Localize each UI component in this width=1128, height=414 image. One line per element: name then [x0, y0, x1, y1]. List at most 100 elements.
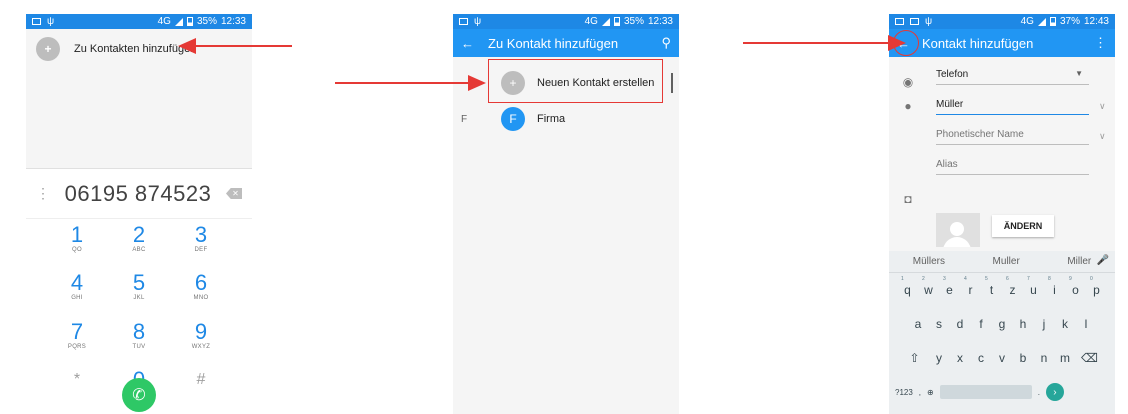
- key-b[interactable]: b: [1013, 351, 1034, 365]
- clock: 12:43: [1083, 16, 1109, 27]
- clock: 12:33: [647, 16, 673, 27]
- key-z[interactable]: 6z: [1002, 276, 1023, 297]
- key-row-1: 1q 2w 3e 4r 5t 6z 7u 8i 9o 0p: [889, 273, 1115, 307]
- globe-icon[interactable]: ⊕: [927, 388, 934, 397]
- overflow-menu-icon[interactable]: ⋮: [1094, 35, 1107, 51]
- new-contact-screen: ψ 4G 37% 12:43 ← Kontakt hinzufügen ⋮ ◉ Te…: [889, 14, 1115, 414]
- battery-icon: [613, 17, 620, 26]
- key-c[interactable]: c: [971, 351, 992, 365]
- page-title: Kontakt hinzufügen: [922, 35, 1034, 51]
- key-x[interactable]: x: [950, 351, 971, 365]
- key-j[interactable]: j: [1034, 317, 1055, 331]
- battery-percent: 35%: [196, 16, 217, 27]
- dial-key-5[interactable]: 5 JKL: [108, 271, 170, 309]
- suggestion-3[interactable]: Miller: [1067, 256, 1091, 267]
- call-button[interactable]: ✆: [122, 378, 156, 412]
- battery-icon: [186, 17, 193, 26]
- screenshot-canvas: ψ 4G 35% 12:33 + Zu Kontakten hinzufügen ⋮…: [0, 0, 1128, 414]
- phone-icon: ✆: [132, 387, 146, 404]
- key-o[interactable]: 9o: [1065, 276, 1086, 297]
- contact-form: ◉ Telefon ▼ ● Müller ∨ Phonetischer Name …: [889, 57, 1115, 251]
- key-g[interactable]: g: [992, 317, 1013, 331]
- expand-chevron-icon[interactable]: ∨: [1099, 131, 1106, 142]
- screenshot-icon: [459, 18, 468, 25]
- key-p[interactable]: 0p: [1086, 276, 1107, 297]
- network-label: 4G: [584, 16, 598, 27]
- key-k[interactable]: k: [1055, 317, 1076, 331]
- dial-key-8[interactable]: 8 TUV: [108, 319, 170, 358]
- period-key[interactable]: .: [1038, 388, 1040, 397]
- dial-key-6[interactable]: 6 MNO: [170, 271, 232, 309]
- suggestion-2[interactable]: Muller: [993, 256, 1020, 267]
- add-to-contacts-item[interactable]: + Zu Kontakten hinzufügen: [26, 29, 252, 69]
- usb-icon: ψ: [474, 16, 482, 27]
- key-a[interactable]: a: [908, 317, 929, 331]
- key-v[interactable]: v: [992, 351, 1013, 365]
- battery-percent: 35%: [623, 16, 644, 27]
- shift-icon[interactable]: ⇧: [901, 351, 929, 365]
- key-w[interactable]: 2w: [918, 276, 939, 297]
- space-key[interactable]: [939, 385, 1032, 399]
- key-e[interactable]: 3e: [939, 276, 960, 297]
- key-d[interactable]: d: [950, 317, 971, 331]
- expand-chevron-icon[interactable]: ∨: [1099, 101, 1106, 112]
- status-bar: ψ 4G 35% 12:33: [26, 14, 252, 29]
- contact-list: + Neuen Kontakt erstellen F F Firma: [453, 65, 679, 414]
- dial-key-3[interactable]: 3 DEF: [170, 223, 232, 261]
- scrollbar[interactable]: [671, 73, 673, 93]
- next-arrow-icon[interactable]: ›: [1045, 383, 1064, 401]
- dial-key-star[interactable]: *: [46, 368, 108, 406]
- dial-key-7[interactable]: 7 PQRS: [46, 319, 108, 358]
- key-h[interactable]: h: [1013, 317, 1034, 331]
- battery-icon: [1049, 17, 1056, 26]
- key-r[interactable]: 4r: [960, 276, 981, 297]
- key-l[interactable]: l: [1076, 317, 1097, 331]
- key-n[interactable]: n: [1034, 351, 1055, 365]
- account-row: ◉ Telefon ▼: [889, 69, 1115, 95]
- network-label: 4G: [157, 16, 171, 27]
- backspace-icon[interactable]: ⌫: [1076, 351, 1104, 365]
- alias-input[interactable]: Alias: [936, 159, 1089, 175]
- add-to-contacts-label: Zu Kontakten hinzufügen: [74, 43, 197, 55]
- account-icon: ◉: [902, 75, 914, 89]
- contact-item-firma[interactable]: F F Firma: [453, 101, 679, 137]
- signal-icon: [601, 17, 610, 26]
- backspace-icon[interactable]: ✕: [225, 188, 242, 199]
- symbols-key[interactable]: ?123: [895, 388, 913, 397]
- key-t[interactable]: 5t: [981, 276, 1002, 297]
- dial-key-1[interactable]: 1 QO: [46, 223, 108, 261]
- phonetic-name-input[interactable]: Phonetischer Name: [936, 129, 1089, 145]
- app-bar: ← Zu Kontakt hinzufügen ⚲: [453, 29, 679, 57]
- mic-icon[interactable]: 🎤: [1097, 255, 1109, 266]
- search-icon[interactable]: ⚲: [661, 35, 671, 51]
- camera-icon: ◘: [904, 192, 912, 206]
- key-u[interactable]: 7u: [1023, 276, 1044, 297]
- screenshot-icon: [32, 18, 41, 25]
- name-input[interactable]: Müller: [936, 99, 1089, 115]
- dial-key-hash[interactable]: #: [170, 368, 232, 406]
- back-arrow-icon[interactable]: ←: [461, 36, 474, 51]
- key-f[interactable]: f: [971, 317, 992, 331]
- overflow-menu-icon[interactable]: ⋮: [36, 185, 50, 202]
- comma-key[interactable]: ,: [919, 388, 921, 397]
- key-m[interactable]: m: [1055, 351, 1076, 365]
- number-display: ⋮ 06195 874523 ✕: [26, 169, 252, 219]
- change-photo-button[interactable]: ÄNDERN: [992, 215, 1054, 237]
- dial-key-2[interactable]: 2 ABC: [108, 223, 170, 261]
- usb-icon: ψ: [925, 16, 933, 27]
- battery-percent: 37%: [1059, 16, 1080, 27]
- dial-key-4[interactable]: 4 GHI: [46, 271, 108, 309]
- highlight-circle: [893, 30, 919, 56]
- key-y[interactable]: y: [929, 351, 950, 365]
- key-s[interactable]: s: [929, 317, 950, 331]
- signal-icon: [174, 17, 183, 26]
- keyboard: Müllers Muller Miller 🎤 1q 2w 3e 4r 5t 6…: [889, 251, 1115, 414]
- key-q[interactable]: 1q: [897, 276, 918, 297]
- account-select[interactable]: Telefon ▼: [936, 69, 1089, 85]
- usb-icon: ψ: [47, 16, 55, 27]
- key-row-3: ⇧ y x c v b n m ⌫: [889, 341, 1115, 375]
- dial-key-9[interactable]: 9 WXYZ: [170, 319, 232, 358]
- contact-photo[interactable]: [936, 213, 980, 247]
- key-i[interactable]: 8i: [1044, 276, 1065, 297]
- suggestion-1[interactable]: Müllers: [913, 256, 945, 267]
